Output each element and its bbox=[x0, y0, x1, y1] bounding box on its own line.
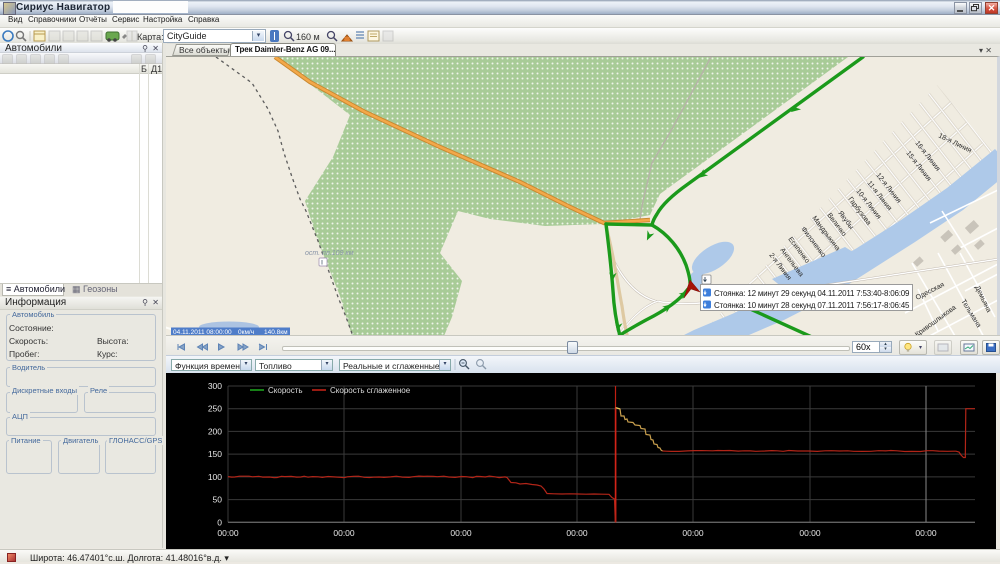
svg-text:Скорость: Скорость bbox=[268, 386, 303, 395]
svg-text:150: 150 bbox=[208, 449, 222, 459]
svg-text:Стоянка: 12 минут 29 секунд 04: Стоянка: 12 минут 29 секунд 04.11.2011 7… bbox=[714, 289, 910, 298]
svg-text:300: 300 bbox=[208, 381, 222, 391]
svg-text:00:00: 00:00 bbox=[566, 528, 588, 538]
svg-text:00:00: 00:00 bbox=[682, 528, 704, 538]
svg-text:00:00: 00:00 bbox=[915, 528, 937, 538]
svg-text:ост. пл.109 км: ост. пл.109 км bbox=[305, 250, 354, 257]
svg-text:Демьяна: Демьяна bbox=[973, 285, 992, 314]
svg-text:Стоянка: 10 минут 28 секунд 07: Стоянка: 10 минут 28 секунд 07.11.2011 7… bbox=[714, 301, 910, 310]
svg-text:Тельмана: Тельмана bbox=[959, 298, 982, 329]
svg-text:0: 0 bbox=[217, 517, 222, 527]
svg-text:00:00: 00:00 bbox=[450, 528, 472, 538]
svg-text:50: 50 bbox=[213, 495, 223, 505]
svg-text:100: 100 bbox=[208, 472, 222, 482]
svg-text:00:00: 00:00 bbox=[333, 528, 355, 538]
svg-text:250: 250 bbox=[208, 404, 222, 414]
svg-text:Скорость сглаженное: Скорость сглаженное bbox=[330, 386, 411, 395]
svg-text:00:00: 00:00 bbox=[799, 528, 821, 538]
svg-text:00:00: 00:00 bbox=[217, 528, 239, 538]
svg-text:200: 200 bbox=[208, 426, 222, 436]
